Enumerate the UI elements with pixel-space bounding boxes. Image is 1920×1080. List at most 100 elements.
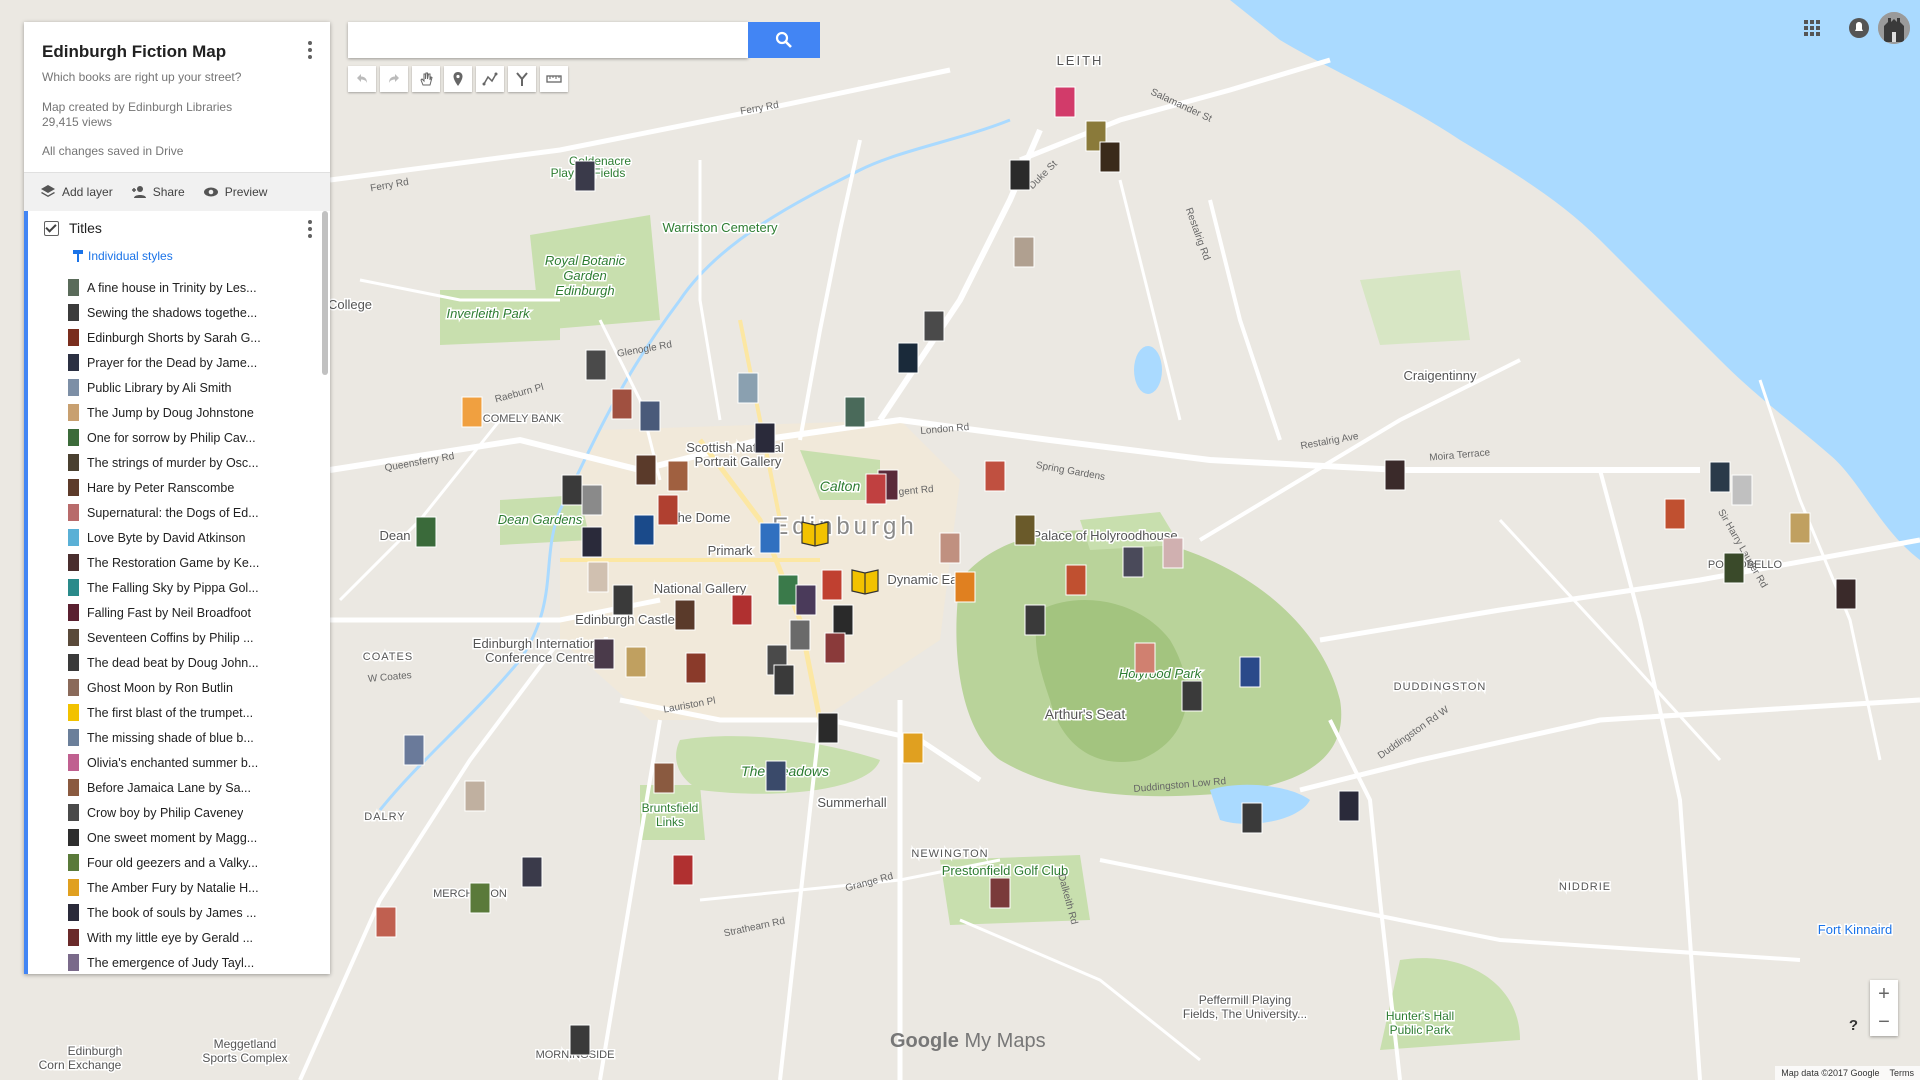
book-cover-marker[interactable] (1338, 790, 1360, 822)
book-cover-marker[interactable] (653, 762, 675, 794)
book-cover-marker[interactable] (685, 652, 707, 684)
layer-item[interactable]: The dead beat by Doug John... (28, 650, 330, 675)
book-cover-marker[interactable] (1384, 459, 1406, 491)
layer-visibility-checkbox[interactable] (44, 220, 59, 236)
book-cover-marker[interactable] (574, 160, 596, 192)
book-cover-marker[interactable] (461, 396, 483, 428)
book-cover-marker[interactable] (923, 310, 945, 342)
book-cover-marker[interactable] (667, 460, 689, 492)
layer-item[interactable]: The Restoration Game by Ke... (28, 550, 330, 575)
layer-item[interactable]: Crow boy by Philip Caveney (28, 800, 330, 825)
layer-item[interactable]: The missing shade of blue b... (28, 725, 330, 750)
book-cover-marker[interactable] (759, 522, 781, 554)
layer-item[interactable]: Olivia's enchanted summer b... (28, 750, 330, 775)
book-cover-marker[interactable] (832, 604, 854, 636)
book-cover-marker[interactable] (777, 574, 799, 606)
layer-item[interactable]: The Jump by Doug Johnstone (28, 400, 330, 425)
layer-item[interactable]: Edinburgh Shorts by Sarah G... (28, 325, 330, 350)
layer-item[interactable]: Sewing the shadows togethe... (28, 300, 330, 325)
book-cover-marker[interactable] (817, 712, 839, 744)
layer-item[interactable]: Four old geezers and a Valky... (28, 850, 330, 875)
book-cover-marker[interactable] (1664, 498, 1686, 530)
book-cover-marker[interactable] (1024, 604, 1046, 636)
book-cover-marker[interactable] (989, 877, 1011, 909)
book-cover-marker[interactable] (1009, 159, 1031, 191)
book-cover-marker[interactable] (611, 388, 633, 420)
book-cover-marker[interactable] (754, 422, 776, 454)
book-cover-marker[interactable] (581, 484, 603, 516)
map-description[interactable]: Which books are right up your street? (42, 70, 312, 84)
book-cover-marker[interactable] (1723, 552, 1745, 584)
layer-item[interactable]: The book of souls by James ... (28, 900, 330, 925)
book-cover-marker[interactable] (375, 906, 397, 938)
book-cover-marker[interactable] (635, 454, 657, 486)
google-apps-button[interactable] (1792, 14, 1832, 42)
share-button[interactable]: Share (131, 184, 185, 200)
measure-button[interactable] (540, 66, 568, 92)
book-cover-marker[interactable] (639, 400, 661, 432)
book-cover-marker[interactable] (593, 638, 615, 670)
book-cover-marker[interactable] (1181, 680, 1203, 712)
map-options-menu[interactable] (300, 38, 320, 62)
book-cover-marker[interactable] (1014, 514, 1036, 546)
book-cover-marker[interactable] (1099, 141, 1121, 173)
book-cover-marker[interactable] (765, 760, 787, 792)
draw-line-button[interactable] (476, 66, 504, 92)
map-title[interactable]: Edinburgh Fiction Map (42, 42, 312, 62)
book-cover-marker[interactable] (984, 460, 1006, 492)
layer-item[interactable]: One for sorrow by Philip Cav... (28, 425, 330, 450)
add-marker-button[interactable] (444, 66, 472, 92)
book-cover-marker[interactable] (581, 526, 603, 558)
layer-item[interactable]: A fine house in Trinity by Les... (28, 275, 330, 300)
book-cover-marker[interactable] (1241, 802, 1263, 834)
layer-item[interactable]: The first blast of the trumpet... (28, 700, 330, 725)
layer-item[interactable]: One sweet moment by Magg... (28, 825, 330, 850)
book-cover-marker[interactable] (403, 734, 425, 766)
layer-item[interactable]: Seventeen Coffins by Philip ... (28, 625, 330, 650)
book-cover-marker[interactable] (1065, 564, 1087, 596)
book-cover-marker[interactable] (902, 732, 924, 764)
book-cover-marker[interactable] (939, 532, 961, 564)
open-book-marker[interactable] (801, 521, 829, 547)
book-cover-marker[interactable] (954, 571, 976, 603)
book-cover-marker[interactable] (612, 584, 634, 616)
terms-link[interactable]: Terms (1890, 1068, 1915, 1078)
layer-item[interactable]: Prayer for the Dead by Jame... (28, 350, 330, 375)
layer-item[interactable]: Before Jamaica Lane by Sa... (28, 775, 330, 800)
layer-item[interactable]: The Amber Fury by Natalie H... (28, 875, 330, 900)
layer-item[interactable]: Hare by Peter Ranscombe (28, 475, 330, 500)
book-cover-marker[interactable] (865, 473, 887, 505)
book-cover-marker[interactable] (731, 594, 753, 626)
book-cover-marker[interactable] (674, 599, 696, 631)
layer-item[interactable]: Love Byte by David Atkinson (28, 525, 330, 550)
layer-item[interactable]: Falling Fast by Neil Broadfoot (28, 600, 330, 625)
book-cover-marker[interactable] (1134, 642, 1156, 674)
layer-item[interactable]: Supernatural: the Dogs of Ed... (28, 500, 330, 525)
book-cover-marker[interactable] (657, 494, 679, 526)
book-cover-marker[interactable] (569, 1024, 591, 1056)
zoom-in-button[interactable]: + (1870, 980, 1898, 1008)
book-cover-marker[interactable] (1013, 236, 1035, 268)
book-cover-marker[interactable] (795, 584, 817, 616)
layer-item[interactable]: Ghost Moon by Ron Butlin (28, 675, 330, 700)
book-cover-marker[interactable] (789, 619, 811, 651)
book-cover-marker[interactable] (1731, 474, 1753, 506)
help-button[interactable]: ? (1849, 1017, 1858, 1034)
open-book-marker[interactable] (851, 569, 879, 595)
add-directions-button[interactable] (508, 66, 536, 92)
individual-styles-link[interactable]: Individual styles (28, 245, 330, 267)
notifications-button[interactable] (1844, 14, 1874, 42)
panel-scrollbar[interactable] (322, 211, 328, 375)
layer-item[interactable]: Public Library by Ali Smith (28, 375, 330, 400)
book-cover-marker[interactable] (633, 514, 655, 546)
layer-item[interactable]: With my little eye by Gerald ... (28, 925, 330, 950)
layer-item[interactable]: The emergence of Judy Tayl... (28, 950, 330, 974)
redo-button[interactable] (380, 66, 408, 92)
zoom-out-button[interactable]: − (1870, 1008, 1898, 1036)
book-cover-marker[interactable] (625, 646, 647, 678)
book-cover-marker[interactable] (561, 474, 583, 506)
book-cover-marker[interactable] (1162, 537, 1184, 569)
book-cover-marker[interactable] (844, 396, 866, 428)
undo-button[interactable] (348, 66, 376, 92)
layer-item[interactable]: The Falling Sky by Pippa Gol... (28, 575, 330, 600)
